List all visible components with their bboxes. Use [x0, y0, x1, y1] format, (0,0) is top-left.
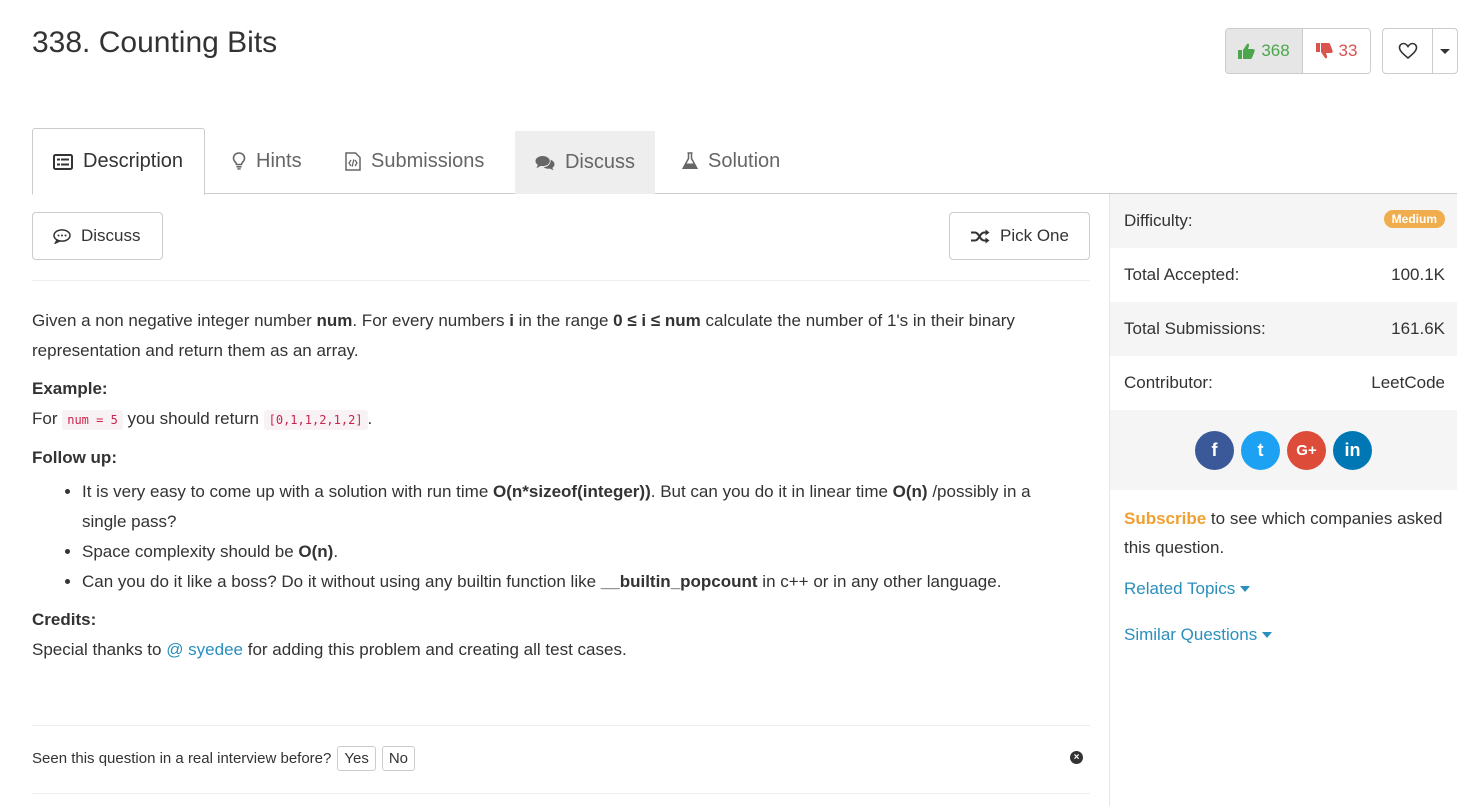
- close-icon[interactable]: ×: [1070, 751, 1083, 764]
- list-item: It is very easy to come up with a soluti…: [82, 477, 1072, 537]
- caret-down-icon: [1240, 586, 1251, 592]
- example-text: For num = 5 you should return [0,1,1,2,1…: [32, 409, 373, 430]
- pick-one-button[interactable]: Pick One: [949, 212, 1090, 260]
- list-item: Can you do it like a boss? Do it without…: [82, 567, 1072, 597]
- favorite-button[interactable]: [1383, 29, 1433, 73]
- description-paragraph: Given a non negative integer number num.…: [32, 311, 1015, 360]
- example-code-output: [0,1,1,2,1,2]: [263, 410, 368, 430]
- problem-sidebar: Difficulty: Medium Total Accepted: 100.1…: [1109, 194, 1457, 806]
- caret-down-icon: [1262, 632, 1273, 638]
- lightbulb-icon: [232, 152, 246, 170]
- list-alt-icon: [53, 153, 73, 170]
- downvote-count: 33: [1338, 41, 1358, 60]
- google-plus-icon[interactable]: G+: [1287, 430, 1326, 470]
- tab-hints[interactable]: Hints: [212, 128, 322, 194]
- downvote-button[interactable]: 33: [1303, 29, 1370, 73]
- followup-list: It is very easy to come up with a soluti…: [32, 477, 1072, 597]
- similar-questions-toggle[interactable]: Similar Questions: [1110, 612, 1457, 658]
- vote-group: 368 33: [1225, 28, 1371, 74]
- favorite-dropdown-toggle[interactable]: [1433, 29, 1457, 73]
- list-item: Space complexity should be O(n).: [82, 537, 1072, 567]
- comment-icon: [53, 228, 71, 244]
- thumbs-up-icon: [1238, 43, 1255, 59]
- credits-heading: Credits:: [32, 610, 97, 629]
- interview-question-text: Seen this question in a real interview b…: [32, 750, 332, 767]
- difficulty-row: Difficulty: Medium: [1110, 194, 1457, 248]
- heart-icon: [1398, 42, 1417, 60]
- contributor-link[interactable]: @ syedee: [166, 640, 243, 659]
- favorite-group: [1382, 28, 1458, 74]
- facebook-icon[interactable]: f: [1195, 430, 1234, 470]
- example-code-input: num = 5: [62, 410, 123, 430]
- flask-icon: [682, 152, 698, 169]
- interview-no-button[interactable]: No: [381, 746, 416, 771]
- problem-title: 338. Counting Bits: [32, 26, 278, 59]
- contributor-row: Contributor: LeetCode: [1124, 373, 1445, 392]
- submissions-row: Total Submissions: 161.6K: [1110, 302, 1457, 356]
- tab-submissions[interactable]: Submissions: [325, 128, 504, 194]
- credits-text: Special thanks to @ syedee for adding th…: [32, 640, 627, 659]
- subscribe-link[interactable]: Subscribe: [1124, 509, 1206, 528]
- divider: [32, 725, 1090, 726]
- divider: [32, 280, 1090, 281]
- social-share: f t G+ in: [1110, 410, 1457, 490]
- difficulty-badge: Medium: [1383, 210, 1445, 228]
- tab-description[interactable]: Description: [32, 128, 205, 195]
- problem-description: Given a non negative integer number num.…: [32, 306, 1072, 665]
- twitter-icon[interactable]: t: [1241, 430, 1280, 470]
- interview-yes-button[interactable]: Yes: [337, 746, 376, 771]
- thumbs-down-icon: [1315, 43, 1333, 59]
- followup-heading: Follow up:: [32, 448, 117, 467]
- accepted-row: Total Accepted: 100.1K: [1124, 265, 1445, 284]
- caret-down-icon: [1440, 48, 1450, 54]
- problem-tabs: Description Hints Submissions Discuss So…: [32, 128, 1457, 195]
- upvote-button[interactable]: 368: [1226, 29, 1303, 73]
- discuss-button[interactable]: Discuss: [32, 212, 163, 260]
- random-icon: [971, 229, 990, 243]
- file-code-icon: [345, 151, 361, 171]
- divider: [32, 793, 1090, 794]
- tab-discuss[interactable]: Discuss: [515, 131, 655, 194]
- tab-solution[interactable]: Solution: [662, 128, 800, 194]
- comments-icon: [535, 155, 555, 170]
- subscribe-text: Subscribe to see which companies asked t…: [1124, 509, 1443, 557]
- upvote-count: 368: [1261, 41, 1290, 60]
- example-heading: Example:: [32, 379, 108, 398]
- linkedin-icon[interactable]: in: [1333, 430, 1372, 470]
- interview-question: Seen this question in a real interview b…: [32, 746, 416, 771]
- related-topics-toggle[interactable]: Related Topics: [1110, 566, 1457, 612]
